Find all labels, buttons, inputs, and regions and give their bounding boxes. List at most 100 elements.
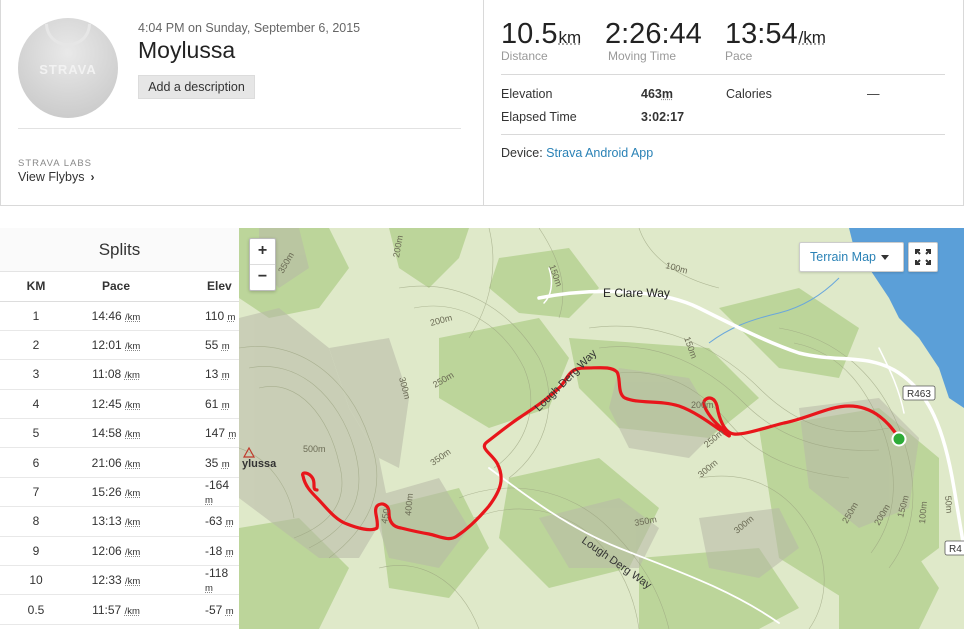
- split-km: 5: [0, 418, 72, 449]
- elev-unit[interactable]: m: [222, 400, 230, 411]
- pace-unit[interactable]: /km: [125, 429, 140, 440]
- split-pace-value: 14:46: [91, 308, 122, 323]
- split-km: 6: [0, 447, 72, 478]
- split-elev: 13 m: [160, 359, 239, 390]
- pace-unit[interactable]: /km: [125, 341, 140, 352]
- split-elev-value: 55: [205, 338, 219, 353]
- peak-label: ylussa: [242, 458, 277, 470]
- elev-unit[interactable]: m: [205, 583, 213, 594]
- distance-label: Distance: [501, 49, 548, 63]
- split-pace: 12:45 /km: [72, 389, 160, 420]
- split-pace: 13:13 /km: [72, 506, 160, 537]
- add-description-button[interactable]: Add a description: [138, 75, 255, 99]
- pace-unit[interactable]: /km: [125, 370, 140, 381]
- split-km: 10: [0, 565, 72, 596]
- splits-row[interactable]: 1 14:46 /km 110 m: [0, 301, 239, 331]
- splits-row[interactable]: 5 14:58 /km 147 m: [0, 418, 239, 449]
- moving-time-label: Moving Time: [608, 49, 677, 63]
- distance-stat: 10.5km Distance: [501, 18, 581, 63]
- split-elev: 110 m: [160, 301, 239, 331]
- pace-unit[interactable]: /km: [125, 606, 140, 617]
- pace-unit[interactable]: /km: [125, 517, 140, 528]
- splits-row[interactable]: 3 11:08 /km 13 m: [0, 359, 239, 390]
- map-type-select[interactable]: Terrain Map: [799, 242, 904, 272]
- contour-label: 500m: [303, 444, 326, 454]
- km-column-header: KM: [0, 272, 72, 302]
- split-elev-value: -57: [205, 602, 223, 617]
- elev-unit[interactable]: m: [227, 312, 235, 323]
- split-elev-value: -164: [205, 478, 230, 493]
- map-type-label: Terrain Map: [810, 250, 876, 264]
- split-km: 1: [0, 301, 72, 331]
- strava-logo: STRAVA: [39, 62, 97, 77]
- pace-unit[interactable]: /km: [125, 312, 140, 323]
- pace-unit[interactable]: /km: [125, 400, 140, 411]
- splits-row[interactable]: 0.5 11:57 /km -57 m: [0, 594, 239, 625]
- road-label-r4: R4: [949, 544, 962, 555]
- zoom-out-button[interactable]: −: [250, 265, 275, 291]
- route-start-marker[interactable]: [891, 431, 907, 447]
- fullscreen-icon: [915, 249, 931, 265]
- elev-unit[interactable]: m: [222, 459, 230, 470]
- splits-row[interactable]: 8 13:13 /km -63 m: [0, 506, 239, 537]
- route-map[interactable]: E Clare Way Lough Derg Way Lough Derg Wa…: [239, 228, 964, 629]
- split-pace-value: 11:08: [92, 367, 122, 382]
- splits-row[interactable]: 7 15:26 /km -164 m: [0, 477, 239, 508]
- elev-unit[interactable]: m: [228, 429, 236, 440]
- splits-row[interactable]: 2 12:01 /km 55 m: [0, 330, 239, 361]
- activity-header: STRAVA 4:04 PM on Sunday, September 6, 2…: [1, 0, 483, 205]
- split-pace-value: 12:45: [91, 396, 122, 411]
- elapsed-time-label: Elapsed Time: [501, 110, 577, 124]
- fullscreen-button[interactable]: [908, 242, 938, 272]
- elev-unit[interactable]: m: [222, 341, 230, 352]
- split-elev: 147 m: [160, 418, 239, 449]
- terrain-map-canvas[interactable]: E Clare Way Lough Derg Way Lough Derg Wa…: [239, 228, 964, 629]
- splits-row[interactable]: 4 12:45 /km 61 m: [0, 389, 239, 420]
- elev-unit[interactable]: m: [226, 547, 234, 558]
- split-pace: 15:26 /km: [72, 477, 160, 508]
- split-elev: 61 m: [160, 389, 239, 420]
- pace-label: Pace: [725, 49, 753, 63]
- splits-row[interactable]: 9 12:06 /km -18 m: [0, 536, 239, 567]
- elev-unit[interactable]: m: [226, 517, 234, 528]
- moving-time-value: 2:26:44: [605, 18, 702, 50]
- split-km: 2: [0, 330, 72, 361]
- device-info: Device: Strava Android App: [501, 146, 653, 160]
- contour-label: 200m: [691, 400, 714, 410]
- divider: [501, 134, 945, 135]
- pace-unit[interactable]: /km: [799, 28, 826, 47]
- splits-rows: 1 14:46 /km 110 m 2 12:01 /km 55 m 3 11:08 /km 1…: [0, 301, 239, 625]
- split-pace-value: 12:33: [91, 573, 122, 588]
- elevation-unit[interactable]: m: [662, 87, 673, 101]
- elev-unit[interactable]: m: [222, 370, 230, 381]
- distance-value: 10.5: [501, 18, 558, 50]
- elapsed-time-value: 3:02:17: [641, 110, 685, 124]
- athlete-avatar[interactable]: STRAVA: [18, 18, 118, 118]
- split-elev-value: 35: [205, 455, 219, 470]
- activity-title[interactable]: Moylussa: [138, 37, 235, 64]
- strava-labs-caption: STRAVA LABS: [18, 158, 93, 169]
- split-elev-value: 147: [205, 426, 226, 441]
- pace-unit[interactable]: /km: [125, 547, 140, 558]
- elev-unit[interactable]: m: [205, 495, 213, 506]
- pace-unit[interactable]: /km: [125, 576, 140, 587]
- pace-unit[interactable]: /km: [125, 459, 140, 470]
- view-flybys-link[interactable]: View Flybys ›: [18, 170, 94, 184]
- elevation-label: Elevation: [501, 87, 553, 101]
- avatar-collar-shape: [45, 24, 91, 46]
- distance-unit[interactable]: km: [558, 28, 581, 47]
- calories-value: —: [867, 87, 880, 101]
- split-elev: 35 m: [160, 447, 239, 478]
- splits-row[interactable]: 6 21:06 /km 35 m: [0, 447, 239, 478]
- split-elev-value: -118: [205, 566, 229, 581]
- split-pace: 11:08 /km: [72, 359, 160, 390]
- split-pace-value: 11:57: [92, 602, 122, 617]
- splits-row[interactable]: 10 12:33 /km -118 m: [0, 565, 239, 596]
- activity-summary-card: STRAVA 4:04 PM on Sunday, September 6, 2…: [0, 0, 964, 206]
- device-link[interactable]: Strava Android App: [546, 146, 653, 160]
- split-km: 3: [0, 359, 72, 390]
- pace-unit[interactable]: /km: [125, 488, 140, 499]
- elev-unit[interactable]: m: [226, 606, 234, 617]
- zoom-in-button[interactable]: +: [250, 239, 275, 265]
- splits-table: KM Pace Elev 1 14:46 /km 110 m 2 12:01 /km 55…: [0, 272, 239, 625]
